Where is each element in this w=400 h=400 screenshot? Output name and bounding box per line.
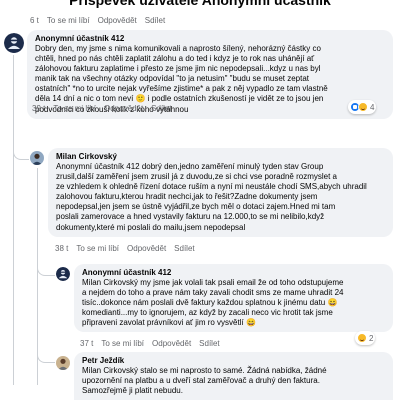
reply-link[interactable]: Odpovědět	[104, 104, 143, 113]
reply-link[interactable]: Odpovědět	[152, 339, 191, 348]
comment-author[interactable]: Anonymní účastník 412	[35, 33, 385, 44]
anonymous-avatar[interactable]	[56, 267, 70, 281]
comment-bubble: Anonymní účastník 412 Milan Cirkovský my…	[74, 264, 393, 333]
milan-avatar[interactable]	[30, 151, 44, 165]
comment-time: 37 t	[80, 339, 94, 348]
reply-connector	[37, 258, 55, 276]
share-link[interactable]: Sdílet	[145, 16, 165, 25]
like-link[interactable]: To se mi líbí	[53, 104, 96, 113]
comment-text: Milan Cirkovský my jsme jak volali tak p…	[82, 278, 344, 328]
comment-time: 39 t	[32, 104, 46, 113]
profile-photo-icon	[56, 356, 70, 370]
like-link[interactable]: To se mi líbí	[47, 16, 90, 25]
anonymous-user-icon	[56, 267, 70, 281]
post-header-title: Příspěvek uživatele Anonymní účastník	[69, 0, 331, 8]
like-link[interactable]: To se mi líbí	[101, 339, 144, 348]
reaction-summary[interactable]: 4	[348, 100, 377, 114]
haha-reaction-icon	[357, 333, 367, 343]
comment-author[interactable]: Anonymní účastník 412	[82, 267, 385, 278]
reaction-summary[interactable]: 2	[355, 331, 376, 345]
anonymous-avatar[interactable]	[4, 33, 24, 53]
anonymous-user-icon	[4, 33, 24, 53]
reply-link[interactable]: Odpovědět	[127, 244, 166, 253]
reaction-count: 4	[370, 102, 375, 112]
comment-bubble: Petr Ježdík Milan Cirkovský stalo se mi …	[74, 352, 393, 400]
comment-time: 38 t	[55, 244, 69, 253]
comment-author[interactable]: Petr Ježdík	[82, 355, 385, 366]
petr-avatar[interactable]	[56, 356, 70, 370]
comment-actions: 37 t To se mi líbí Odpovědět Sdílet	[80, 339, 220, 348]
reply-connector	[13, 140, 29, 160]
like-link[interactable]: To se mi líbí	[76, 244, 119, 253]
reply-link[interactable]: Odpovědět	[98, 16, 137, 25]
comment-bubble: Milan Cirkovský Anonymní účastník 412 do…	[48, 148, 393, 237]
comment-actions: 39 t To se mi líbí Odpovědět Sdílet	[32, 104, 172, 113]
comment-author[interactable]: Milan Cirkovský	[56, 151, 385, 162]
reply-connector	[37, 349, 55, 363]
profile-photo-icon	[30, 151, 44, 165]
comment-time: 6 t	[30, 16, 39, 25]
share-link[interactable]: Sdílet	[199, 339, 219, 348]
thread-line	[13, 55, 14, 385]
share-link[interactable]: Sdílet	[174, 244, 194, 253]
reaction-count: 2	[369, 333, 374, 343]
share-link[interactable]: Sdílet	[151, 104, 171, 113]
post-header: Příspěvek uživatele Anonymní účastník	[0, 0, 400, 9]
comment-text: Milan Cirkovský stalo se mi naprosto to …	[82, 366, 327, 396]
haha-reaction-icon	[358, 102, 368, 112]
comment-text: Anonymní účastník 412 dobrý den,jedno za…	[56, 162, 367, 232]
comment-actions: 38 t To se mi líbí Odpovědět Sdílet	[55, 244, 195, 253]
prev-comment-actions: 6 t To se mi líbí Odpovědět Sdílet	[30, 16, 165, 25]
